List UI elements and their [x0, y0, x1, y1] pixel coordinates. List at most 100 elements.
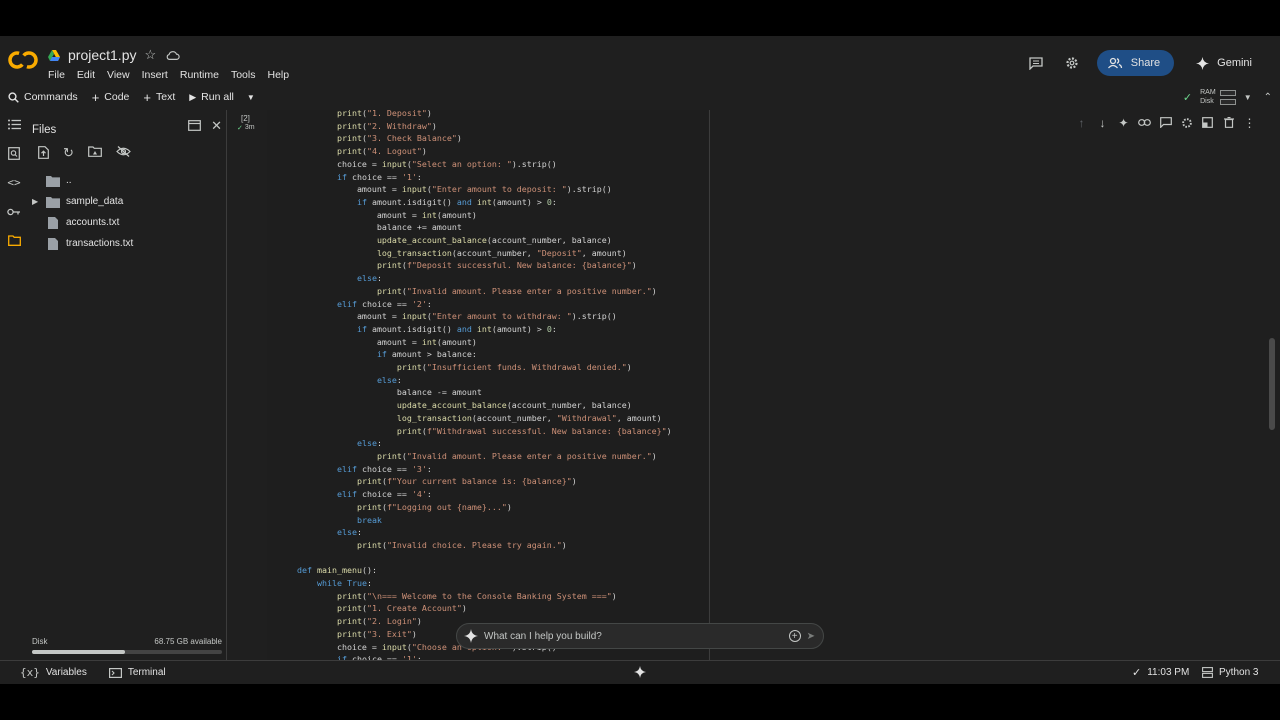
find-replace-icon[interactable] — [0, 139, 28, 168]
comment-icon[interactable] — [1159, 116, 1172, 129]
code-line[interactable]: else: — [297, 437, 672, 450]
chevron-down-icon[interactable]: ▼ — [1244, 93, 1252, 102]
code-line[interactable]: choice = input("Select an option: ").str… — [297, 158, 672, 171]
add-code-button[interactable]: + Code — [92, 90, 130, 105]
code-line[interactable]: else: — [297, 526, 672, 539]
code-line[interactable]: balance += amount — [297, 221, 672, 234]
close-icon[interactable]: ✕ — [211, 119, 222, 134]
file-tree-file-accounts[interactable]: accounts.txt — [28, 212, 226, 233]
code-line[interactable]: log_transaction(account_number, "Deposit… — [297, 247, 672, 260]
add-text-button[interactable]: + Text — [143, 90, 175, 105]
gemini-sparkle-icon[interactable] — [634, 666, 646, 678]
execution-time-status[interactable]: ✓ 11:03 PM — [1132, 666, 1189, 679]
colab-logo[interactable] — [8, 50, 38, 70]
scrollbar-thumb[interactable] — [1269, 338, 1275, 430]
menu-runtime[interactable]: Runtime — [180, 69, 219, 81]
code-line[interactable]: print("1. Create Account") — [297, 602, 672, 615]
files-folder-icon[interactable] — [0, 226, 28, 255]
share-button[interactable]: Share — [1096, 50, 1175, 76]
link-icon[interactable] — [1138, 116, 1151, 129]
notebook-title[interactable]: project1.py — [68, 47, 136, 63]
menu-insert[interactable]: Insert — [142, 69, 168, 81]
code-line[interactable]: if amount.isdigit() and int(amount) > 0: — [297, 323, 672, 336]
mount-drive-icon[interactable] — [88, 146, 102, 162]
comments-icon[interactable] — [1025, 52, 1047, 74]
chevron-right-icon[interactable]: ▶ — [32, 197, 46, 206]
menu-file[interactable]: File — [48, 69, 65, 81]
variables-button[interactable]: {x} Variables — [20, 666, 87, 679]
secrets-key-icon[interactable] — [0, 197, 28, 226]
commands-button[interactable]: Commands — [8, 91, 78, 103]
code-text[interactable]: print("1. Deposit") print("2. Withdraw")… — [297, 110, 672, 660]
file-tree-file-transactions[interactable]: transactions.txt — [28, 233, 226, 254]
code-line[interactable]: print("4. Logout") — [297, 145, 672, 158]
code-line[interactable]: amount = input("Enter amount to withdraw… — [297, 310, 672, 323]
code-line[interactable]: def main_menu(): — [297, 564, 672, 577]
delete-icon[interactable] — [1222, 116, 1235, 129]
code-line[interactable]: elif choice == '2': — [297, 298, 672, 311]
cell-settings-icon[interactable] — [1180, 116, 1193, 129]
chevron-down-icon[interactable]: ▼ — [247, 93, 255, 102]
code-line[interactable]: else: — [297, 272, 672, 285]
code-line[interactable]: print(f"Your current balance is: {balanc… — [297, 475, 672, 488]
code-cell-editor[interactable]: print("1. Deposit") print("2. Withdraw")… — [267, 110, 708, 660]
code-line[interactable]: if choice == '1': — [297, 653, 672, 660]
gemini-prompt-input[interactable] — [484, 630, 789, 642]
chevron-up-icon[interactable]: ⌃ — [1264, 92, 1272, 103]
code-line[interactable]: print("2. Withdraw") — [297, 120, 672, 133]
code-line[interactable]: print("Invalid amount. Please enter a po… — [297, 450, 672, 463]
code-line[interactable]: print("Invalid choice. Please try again.… — [297, 539, 672, 552]
upload-file-icon[interactable] — [38, 146, 49, 162]
code-line[interactable]: while True: — [297, 577, 672, 590]
code-line[interactable] — [297, 552, 672, 565]
code-line[interactable]: print(f"Deposit successful. New balance:… — [297, 259, 672, 272]
ram-disk-indicator[interactable]: RAM Disk — [1200, 88, 1236, 106]
gemini-sparkle-icon[interactable]: ✦ — [1117, 116, 1130, 130]
open-in-tab-icon[interactable] — [188, 120, 201, 134]
terminal-button[interactable]: Terminal — [108, 667, 166, 678]
code-line[interactable]: amount = int(amount) — [297, 336, 672, 349]
add-icon[interactable]: + — [788, 630, 801, 642]
code-line[interactable]: print("\n=== Welcome to the Console Bank… — [297, 590, 672, 603]
code-line[interactable]: print(f"Logging out {name}...") — [297, 501, 672, 514]
code-line[interactable]: amount = input("Enter amount to deposit:… — [297, 183, 672, 196]
move-cell-down-icon[interactable]: ↓ — [1096, 116, 1109, 130]
table-of-contents-icon[interactable] — [0, 110, 28, 139]
send-icon[interactable]: ➤ — [807, 631, 815, 642]
refresh-icon[interactable]: ↻ — [63, 146, 74, 162]
star-icon[interactable]: ☆ — [144, 48, 158, 62]
code-line[interactable]: print("Insufficient funds. Withdrawal de… — [297, 361, 672, 374]
menu-view[interactable]: View — [107, 69, 130, 81]
gemini-button[interactable]: Gemini — [1188, 50, 1260, 76]
code-line[interactable]: if choice == '1': — [297, 171, 672, 184]
menu-help[interactable]: Help — [267, 69, 289, 81]
file-tree-parent[interactable]: .. — [28, 170, 226, 191]
hide-files-icon[interactable] — [116, 146, 131, 162]
cloud-icon[interactable] — [166, 49, 181, 61]
code-line[interactable]: print("1. Deposit") — [297, 110, 672, 120]
code-line[interactable]: update_account_balance(account_number, b… — [297, 234, 672, 247]
run-all-button[interactable]: ▶ Run all ▼ — [189, 91, 255, 103]
code-line[interactable]: break — [297, 514, 672, 527]
code-line[interactable]: update_account_balance(account_number, b… — [297, 399, 672, 412]
move-cell-up-icon[interactable]: ↑ — [1075, 116, 1088, 130]
code-line[interactable]: log_transaction(account_number, "Withdra… — [297, 412, 672, 425]
code-line[interactable]: print("Invalid amount. Please enter a po… — [297, 285, 672, 298]
runtime-indicator[interactable]: Python 3 — [1202, 667, 1258, 678]
code-line[interactable]: balance -= amount — [297, 386, 672, 399]
code-line[interactable]: print("3. Check Balance") — [297, 132, 672, 145]
code-line[interactable]: elif choice == '3': — [297, 463, 672, 476]
more-options-icon[interactable]: ⋮ — [1243, 116, 1256, 130]
code-line[interactable]: elif choice == '4': — [297, 488, 672, 501]
code-line[interactable]: if amount.isdigit() and int(amount) > 0: — [297, 196, 672, 209]
code-line[interactable]: print(f"Withdrawal successful. New balan… — [297, 425, 672, 438]
code-snippets-icon[interactable]: <> — [0, 168, 28, 197]
file-tree-folder-sample-data[interactable]: ▶ sample_data — [28, 191, 226, 212]
menu-tools[interactable]: Tools — [231, 69, 256, 81]
code-line[interactable]: if amount > balance: — [297, 348, 672, 361]
code-line[interactable]: amount = int(amount) — [297, 209, 672, 222]
mirror-cell-icon[interactable] — [1201, 116, 1214, 129]
menu-edit[interactable]: Edit — [77, 69, 95, 81]
code-line[interactable]: else: — [297, 374, 672, 387]
settings-gear-icon[interactable] — [1061, 52, 1083, 74]
